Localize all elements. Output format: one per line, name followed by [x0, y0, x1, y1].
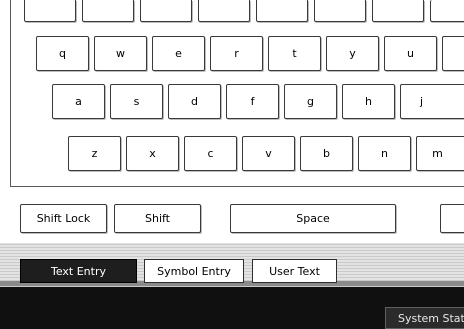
key-label: g [307, 95, 314, 108]
key-r[interactable]: r [210, 36, 263, 71]
key-label: n [381, 147, 388, 160]
key-w[interactable]: w [94, 36, 147, 71]
key-t[interactable]: t [268, 36, 321, 71]
key-top-1[interactable] [24, 0, 76, 22]
key-g[interactable]: g [284, 84, 337, 119]
key-label: f [250, 95, 255, 108]
key-label: x [149, 147, 156, 160]
key-b[interactable]: b [300, 136, 353, 171]
key-e[interactable]: e [152, 36, 205, 71]
shift-label: Shift [144, 212, 170, 225]
keyboard-panel: q w e r t y u a s d f g h j z x c v b n … [0, 0, 464, 243]
key-q[interactable]: q [36, 36, 89, 71]
key-label: v [265, 147, 272, 160]
key-label: w [116, 47, 125, 60]
key-label: e [175, 47, 182, 60]
key-bottom-right-partial[interactable] [440, 204, 464, 233]
key-n[interactable]: n [358, 136, 411, 171]
tab-label: Symbol Entry [157, 264, 231, 278]
system-status-button[interactable]: System Statu [385, 307, 464, 329]
key-a[interactable]: a [52, 84, 105, 119]
key-x[interactable]: x [126, 136, 179, 171]
key-label: u [407, 47, 414, 60]
key-h[interactable]: h [342, 84, 395, 119]
key-m[interactable]: m [416, 136, 464, 171]
key-top-2[interactable] [82, 0, 134, 22]
key-label: a [75, 95, 82, 108]
tab-text-entry[interactable]: Text Entry [20, 259, 137, 283]
key-label: y [349, 47, 356, 60]
key-f[interactable]: f [226, 84, 279, 119]
key-c[interactable]: c [184, 136, 237, 171]
key-u[interactable]: u [384, 36, 437, 71]
key-top-5[interactable] [256, 0, 308, 22]
shift-lock-key[interactable]: Shift Lock [20, 204, 107, 233]
tab-user-text[interactable]: User Text [252, 259, 337, 283]
keyboard-frame-left [10, 0, 11, 187]
key-label: t [292, 47, 297, 60]
key-i-partial[interactable] [442, 36, 464, 71]
shift-key[interactable]: Shift [114, 204, 201, 233]
key-label: s [133, 95, 140, 108]
key-top-4[interactable] [198, 0, 250, 22]
key-top-8[interactable] [430, 0, 464, 22]
key-z[interactable]: z [68, 136, 121, 171]
shift-lock-label: Shift Lock [36, 212, 91, 225]
key-s[interactable]: s [110, 84, 163, 119]
key-label: r [234, 47, 239, 60]
key-d[interactable]: d [168, 84, 221, 119]
key-top-7[interactable] [372, 0, 424, 22]
key-label: z [91, 147, 98, 160]
key-label: m [432, 147, 443, 160]
key-j[interactable]: j [400, 84, 464, 119]
tab-label: User Text [269, 264, 320, 278]
tab-label: Text Entry [50, 264, 106, 278]
space-label: Space [296, 212, 330, 225]
space-key[interactable]: Space [230, 204, 396, 233]
key-label: q [59, 47, 66, 60]
key-label: d [191, 95, 198, 108]
text-entry-screen: q w e r t y u a s d f g h j z x c v b n … [0, 0, 464, 329]
key-label: b [323, 147, 330, 160]
key-label: j [419, 95, 424, 108]
tab-symbol-entry[interactable]: Symbol Entry [144, 259, 244, 283]
key-y[interactable]: y [326, 36, 379, 71]
key-label: c [207, 147, 214, 160]
keyboard-frame-bottom [10, 186, 464, 187]
key-v[interactable]: v [242, 136, 295, 171]
key-top-3[interactable] [140, 0, 192, 22]
key-top-6[interactable] [314, 0, 366, 22]
key-label: h [365, 95, 372, 108]
system-status-label: System Statu [398, 311, 464, 325]
